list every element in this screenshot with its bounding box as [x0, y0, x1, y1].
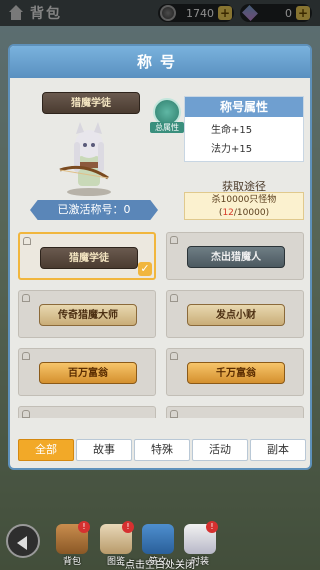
- back-button[interactable]: [6, 524, 40, 558]
- attr-hp: 生命+15: [211, 125, 253, 136]
- progress-current: 12: [222, 208, 234, 218]
- lock-icon: [22, 352, 30, 360]
- character-avatar: [59, 122, 111, 196]
- lock-icon: [170, 294, 178, 302]
- tab-story[interactable]: 故事: [76, 439, 132, 461]
- tab-event[interactable]: 活动: [192, 439, 248, 461]
- current-title-plaque: 猎魔学徒: [42, 92, 140, 114]
- title-cell[interactable]: 百万富翁: [18, 348, 156, 396]
- tab-all[interactable]: 全部: [18, 439, 74, 461]
- notification-badge: !: [122, 521, 134, 533]
- lock-icon: [170, 352, 178, 360]
- check-icon: ✓: [138, 262, 152, 276]
- title-cell[interactable]: 千万富翁: [166, 348, 304, 396]
- title-cell[interactable]: 传奇猎魔大师: [18, 290, 156, 338]
- notification-badge: !: [206, 521, 218, 533]
- notification-badge: !: [78, 521, 90, 533]
- source-desc: 杀10000只怪物: [211, 195, 277, 205]
- attr-mp: 法力+15: [211, 144, 253, 155]
- attributes-header: 称号属性: [185, 97, 303, 117]
- character-preview: 猎魔学徒 已激活称号：0: [16, 82, 172, 224]
- title-cell[interactable]: [166, 406, 304, 418]
- category-tabs: 全部 故事 特殊 活动 副本: [18, 439, 306, 461]
- title-plaque: 百万富翁: [39, 362, 137, 384]
- close-hint-text: 点击空白处关闭: [125, 560, 195, 570]
- lock-icon: [22, 410, 30, 418]
- tab-special[interactable]: 特殊: [134, 439, 190, 461]
- progress-total: /10000: [233, 208, 266, 218]
- title-plaque: 杰出猎魔人: [187, 246, 285, 268]
- tab-dungeon[interactable]: 副本: [250, 439, 306, 461]
- lock-icon: [170, 410, 178, 418]
- rune-icon: [142, 524, 174, 554]
- title-cell[interactable]: [18, 406, 156, 418]
- activated-count: 已激活称号：0: [30, 200, 158, 220]
- title-attributes: 称号属性 生命+15 法力+15: [184, 96, 304, 162]
- total-attr-badge[interactable]: 总属性: [150, 98, 184, 138]
- title-grid: 猎魔学徒 ✓ 杰出猎魔人 传奇猎魔大师 发点小财 百万富翁 千万富翁: [18, 232, 306, 418]
- title-plaque: 传奇猎魔大师: [39, 304, 137, 326]
- lock-icon: [170, 236, 178, 244]
- close-hint: -点击空白处关闭-: [121, 560, 199, 570]
- title-plaque: 猎魔学徒: [40, 247, 138, 269]
- source-box: 杀10000只怪物 (12/10000): [184, 192, 304, 220]
- modal-title: 称号: [10, 46, 310, 78]
- title-modal: 称号 猎魔学徒 已激活称号：0 总属性 称号属性 生命+15 法力+15 获取途…: [8, 44, 312, 470]
- title-cell[interactable]: 杰出猎魔人: [166, 232, 304, 280]
- title-cell[interactable]: 发点小财: [166, 290, 304, 338]
- title-plaque: 千万富翁: [187, 362, 285, 384]
- title-cell[interactable]: 猎魔学徒 ✓: [18, 232, 156, 280]
- source-progress: (12/10000): [218, 208, 270, 218]
- lock-icon: [23, 237, 31, 245]
- lock-icon: [22, 294, 30, 302]
- total-attr-label: 总属性: [150, 122, 184, 133]
- title-plaque: 发点小财: [187, 304, 285, 326]
